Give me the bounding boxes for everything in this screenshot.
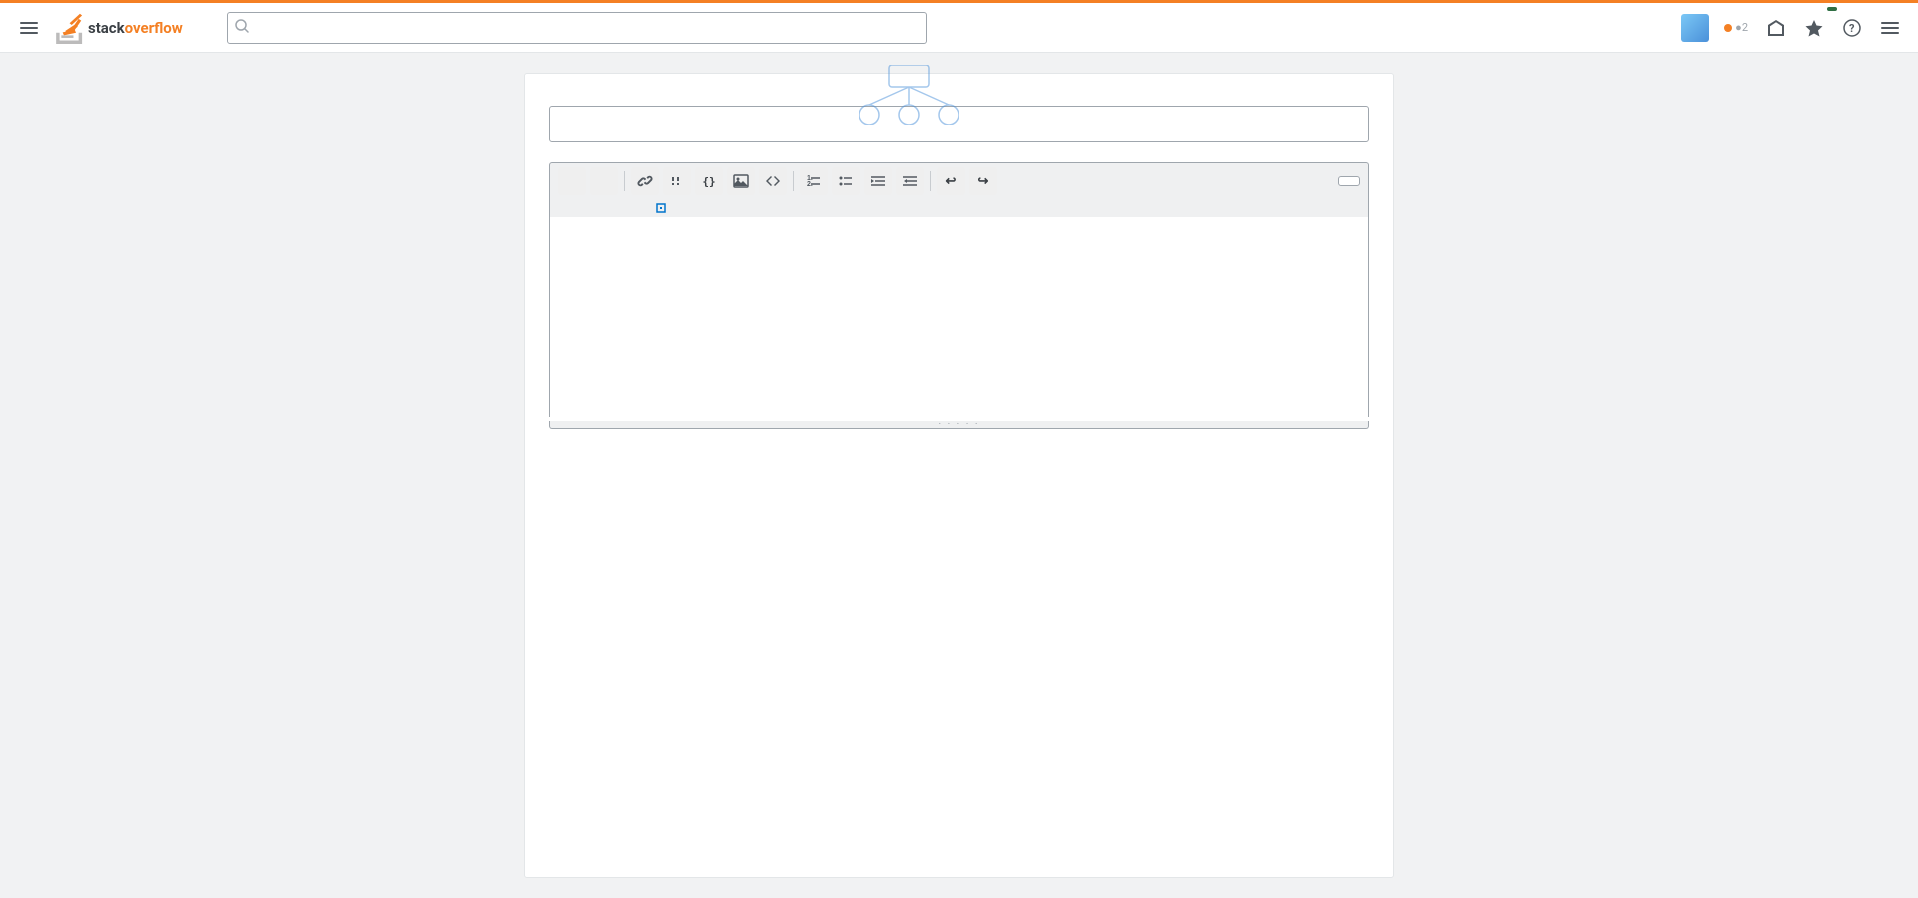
achievement-badge <box>1827 7 1837 11</box>
editor-tabs <box>549 199 1369 217</box>
resize-dots: · · · · · <box>939 419 980 430</box>
body-section: {} 1. <box>549 162 1369 429</box>
rep-dot2: ●2 <box>1735 21 1748 34</box>
redo-button[interactable]: ↪ <box>969 167 997 195</box>
blockquote-button[interactable] <box>663 167 691 195</box>
inbox-button[interactable] <box>1760 12 1792 44</box>
svg-text:?: ? <box>1849 22 1855 35</box>
hamburger-menu-button[interactable] <box>12 15 46 41</box>
toolbar-sep-2 <box>793 171 794 191</box>
toolbar-sep-3 <box>930 171 931 191</box>
navbar: stackoverflow ●2 <box>0 3 1918 53</box>
editor-toolbar: {} 1. <box>549 162 1369 199</box>
title-section <box>549 106 1369 142</box>
tab-styling[interactable] <box>582 206 590 210</box>
link-button[interactable] <box>631 167 659 195</box>
tab-code[interactable] <box>618 206 626 210</box>
tab-more[interactable] <box>654 203 666 213</box>
bold-button[interactable] <box>558 167 586 195</box>
ordered-list-button[interactable]: 1. 2. <box>800 167 828 195</box>
site-logo[interactable]: stackoverflow <box>54 12 183 44</box>
page-wrapper: {} 1. <box>0 53 1918 898</box>
undo-button[interactable]: ↩ <box>937 167 965 195</box>
more-menu-button[interactable] <box>1874 12 1906 44</box>
top-accent-bar <box>0 0 1918 3</box>
tab-lists[interactable] <box>594 206 602 210</box>
tab-tables[interactable] <box>642 206 650 210</box>
search-icon <box>235 19 249 37</box>
products-menu[interactable] <box>195 22 211 34</box>
rep-dot <box>1724 24 1732 32</box>
reputation-count[interactable]: ●2 <box>1715 17 1754 38</box>
toolbar-sep-1 <box>624 171 625 191</box>
indent-button[interactable] <box>864 167 892 195</box>
code-button[interactable]: {} <box>695 167 723 195</box>
body-editor[interactable] <box>549 217 1369 417</box>
tab-html[interactable] <box>630 206 638 210</box>
search-bar <box>227 12 927 44</box>
editor-resize-handle[interactable]: · · · · · <box>549 421 1369 429</box>
tab-images[interactable] <box>570 206 578 210</box>
image-button[interactable] <box>727 167 755 195</box>
question-form: {} 1. <box>524 73 1394 878</box>
help-button[interactable]: ? <box>1836 12 1868 44</box>
unordered-list-button[interactable] <box>832 167 860 195</box>
dedent-button[interactable] <box>896 167 924 195</box>
italic-button[interactable] <box>590 167 618 195</box>
title-input[interactable] <box>549 106 1369 142</box>
avatar[interactable] <box>1681 14 1709 42</box>
tab-blockquotes[interactable] <box>606 206 614 210</box>
logo-text: stackoverflow <box>88 19 183 37</box>
hide-tips-button[interactable] <box>1338 176 1360 186</box>
achievements-button[interactable] <box>1798 12 1830 44</box>
search-input[interactable] <box>227 12 927 44</box>
tab-links[interactable] <box>558 206 566 210</box>
snippet-button[interactable] <box>759 167 787 195</box>
nav-right-section: ●2 ? <box>1681 12 1906 44</box>
